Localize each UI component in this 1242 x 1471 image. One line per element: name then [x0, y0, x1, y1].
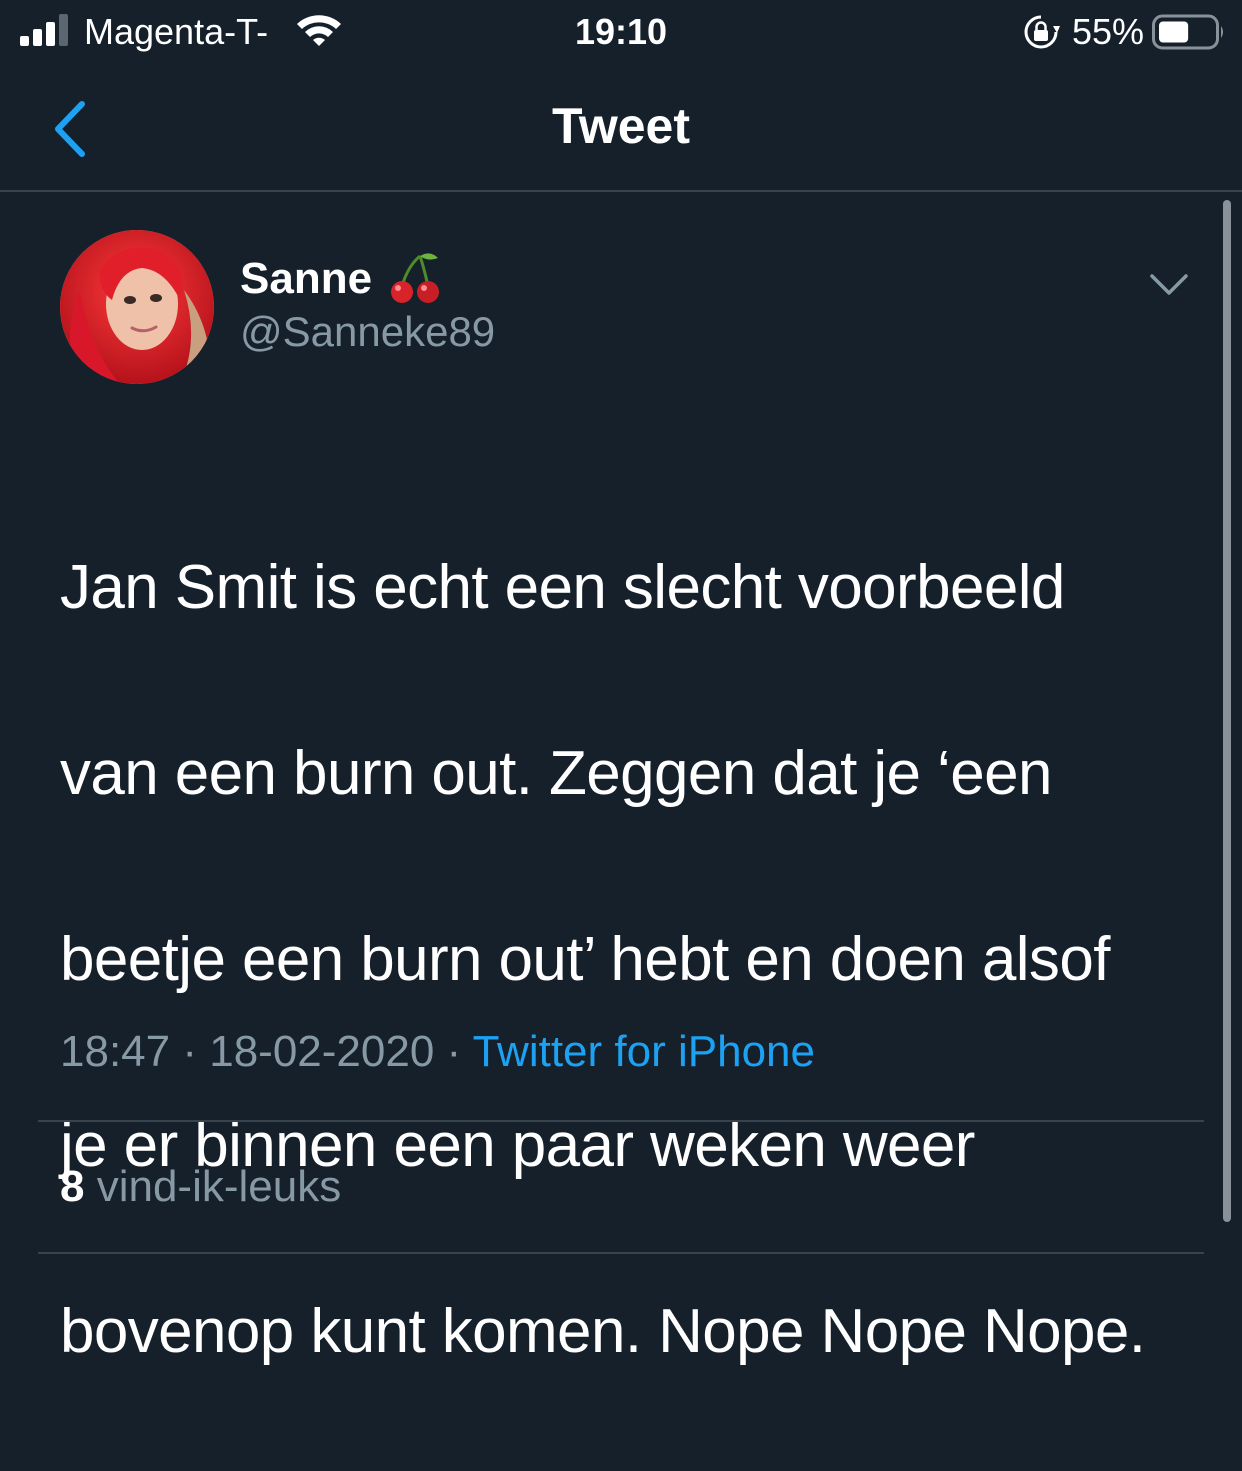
battery-percentage: 55% [1072, 11, 1145, 52]
tweet-text: Jan Smit is echt een slecht voorbeeld va… [60, 448, 1210, 1471]
page-title: Tweet [552, 98, 690, 154]
tweet-date: 18-02-2020 [209, 1027, 435, 1076]
scrollbar[interactable] [1223, 200, 1231, 1222]
tweet-time: 18:47 [60, 1027, 171, 1076]
author-name-row[interactable]: Sanne [240, 250, 444, 308]
likes-stat[interactable]: 8 vind-ik-leuks [60, 1160, 341, 1214]
chevron-down-icon [1150, 274, 1188, 295]
author-handle[interactable]: @Sanneke89 [240, 306, 495, 358]
avatar[interactable] [60, 230, 214, 384]
separator-dot: · [170, 1027, 210, 1076]
avatar-image [60, 230, 214, 384]
status-bar: Magenta-T- 19:10 55% [0, 0, 1242, 64]
separator-dot: · [434, 1027, 473, 1076]
tweet-text-line: beetje een burn out’ hebt en doen alsof [60, 925, 1110, 994]
orientation-lock-icon [1024, 15, 1060, 49]
divider [38, 1120, 1204, 1122]
tweet-text-line: Jan Smit is echt een slecht voorbeeld [60, 553, 1065, 622]
tweet-text-line: bovenop kunt komen. Nope Nope Nope. [60, 1297, 1146, 1366]
tweet-source-link[interactable]: Twitter for iPhone [473, 1027, 815, 1076]
tweet-text-line: van een burn out. Zeggen dat je ‘een [60, 739, 1052, 808]
author-display-name: Sanne [240, 254, 373, 303]
likes-count: 8 [60, 1162, 85, 1211]
battery-icon [1152, 14, 1223, 50]
likes-label: vind-ik-leuks [96, 1162, 342, 1211]
divider [38, 1252, 1204, 1254]
more-options-button[interactable] [1148, 268, 1190, 302]
nav-bar: Tweet [0, 64, 1242, 192]
cherry-icon [391, 253, 440, 303]
tweet-metadata: 18:47 · 18-02-2020 · Twitter for iPhone [60, 1024, 815, 1080]
